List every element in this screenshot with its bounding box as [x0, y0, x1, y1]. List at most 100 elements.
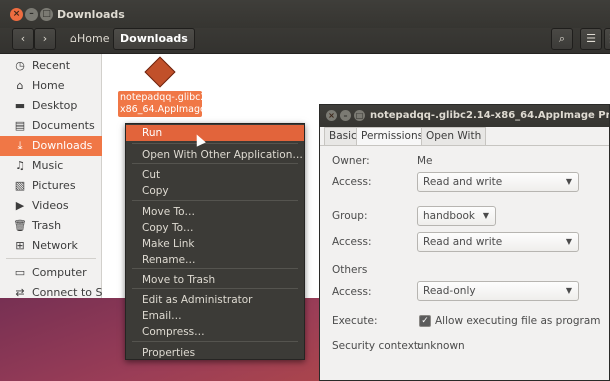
- menu-item-open-with-other-application[interactable]: Open With Other Application…: [126, 147, 304, 163]
- sidebar-item-label: Network: [32, 239, 78, 252]
- breadcrumb-home-label: Home: [76, 32, 110, 45]
- menu-item-run[interactable]: Run: [126, 125, 304, 141]
- connect-server-icon: ⇄: [15, 286, 25, 298]
- tab-open-with[interactable]: Open With: [421, 127, 487, 145]
- owner-value: Me: [417, 155, 433, 167]
- execute-checkbox[interactable]: ✓: [419, 315, 431, 327]
- minimize-icon[interactable]: –: [25, 8, 38, 21]
- group-combo[interactable]: handbook ▼: [417, 206, 496, 226]
- maximize-icon[interactable]: □: [40, 8, 53, 21]
- menu-separator: [132, 341, 298, 342]
- documents-icon: ▤: [14, 119, 26, 132]
- sidebar-item-downloads[interactable]: ⤓ Downloads: [0, 136, 102, 156]
- recent-icon: ◷: [15, 59, 25, 72]
- pictures-icon: ▧: [14, 179, 26, 192]
- appimage-file-icon[interactable]: [144, 56, 176, 88]
- sidebar-item-trash[interactable]: 🗑 Trash: [0, 216, 102, 236]
- sidebar-item-label: Desktop: [32, 99, 78, 112]
- chevron-left-icon: ‹: [20, 32, 26, 45]
- sidebar-item-documents[interactable]: ▤ Documents: [0, 116, 102, 136]
- sidebar-item-computer[interactable]: ▭ Computer: [0, 263, 102, 283]
- group-access-combo[interactable]: Read and write ▼: [417, 232, 579, 252]
- chevron-right-icon: ›: [42, 32, 48, 45]
- sidebar-item-pictures[interactable]: ▧ Pictures: [0, 176, 102, 196]
- menu-item-copy[interactable]: Copy: [126, 183, 304, 199]
- tab-permissions[interactable]: Permissions: [356, 127, 429, 145]
- sidebar-item-home[interactable]: ⌂ Home: [0, 76, 102, 96]
- sidebar-item-label: Home: [32, 79, 65, 92]
- home-icon: ⌂: [16, 79, 24, 92]
- dialog-title: notepadqq-.glibc2.14-x86_64.AppImage Pro…: [370, 110, 610, 121]
- context-menu: Run Open With Other Application… Cut Copy Mo…: [125, 123, 305, 360]
- properties-dialog: × – □ notepadqq-.glibc2.14-x86_64.AppIma…: [319, 104, 610, 381]
- security-context-value: unknown: [417, 340, 465, 352]
- back-button[interactable]: ‹: [12, 28, 34, 50]
- menu-item-compress[interactable]: Compress…: [126, 324, 304, 340]
- trash-icon: 🗑: [13, 219, 27, 232]
- search-icon: ⌕: [558, 32, 566, 45]
- computer-icon: ▭: [14, 266, 26, 279]
- desktop-icon: ▬: [14, 99, 26, 112]
- sidebar-item-recent[interactable]: ◷ Recent: [0, 56, 102, 76]
- files-toolbar: ‹ › ⌂Home Downloads ⌕ ☰ ⋮⋮: [0, 28, 610, 54]
- security-context-label: Security context:: [332, 340, 422, 352]
- menu-item-make-link[interactable]: Make Link: [126, 236, 304, 252]
- owner-access-value: Read and write: [423, 176, 503, 188]
- menu-item-edit-as-administrator[interactable]: Edit as Administrator: [126, 292, 304, 308]
- others-access-value: Read-only: [423, 285, 476, 297]
- sidebar-item-label: Recent: [32, 59, 71, 72]
- sidebar-item-label: Documents: [32, 119, 95, 132]
- sidebar-separator: [6, 258, 96, 259]
- sidebar-item-label: Connect to S…: [32, 286, 102, 298]
- menu-item-rename[interactable]: Rename…: [126, 252, 304, 268]
- menu-item-properties[interactable]: Properties: [126, 345, 304, 361]
- search-button[interactable]: ⌕: [551, 28, 573, 50]
- others-access-label: Access:: [332, 286, 372, 298]
- sidebar-item-connect-to-s[interactable]: ⇄ Connect to S…: [0, 283, 102, 298]
- group-value: handbook: [423, 210, 476, 222]
- home-icon: ⌂: [70, 32, 77, 45]
- minimize-icon[interactable]: –: [340, 110, 351, 121]
- owner-access-label: Access:: [332, 176, 372, 188]
- menu-separator: [132, 143, 298, 144]
- list-icon: ☰: [586, 32, 596, 45]
- others-access-combo[interactable]: Read-only ▼: [417, 281, 579, 301]
- view-grid-button[interactable]: ⋮⋮: [604, 28, 610, 50]
- sidebar-item-music[interactable]: ♫ Music: [0, 156, 102, 176]
- menu-item-copy-to[interactable]: Copy To…: [126, 220, 304, 236]
- menu-separator: [132, 163, 298, 164]
- close-icon[interactable]: ×: [10, 8, 23, 21]
- grid-icon: ⋮⋮: [605, 32, 610, 45]
- places-sidebar: ◷ Recent ⌂ Home ▬ Desktop ▤ Documents ⤓ Downloads…: [0, 54, 102, 298]
- breadcrumb-downloads[interactable]: Downloads: [113, 28, 195, 50]
- file-name-label[interactable]: notepadqq-.glibc2.14-x86_64.AppImage: [118, 91, 225, 117]
- menu-item-email[interactable]: Email…: [126, 308, 304, 324]
- menu-separator: [132, 268, 298, 269]
- group-label: Group:: [332, 210, 368, 222]
- view-list-button[interactable]: ☰: [580, 28, 602, 50]
- close-icon[interactable]: ×: [326, 110, 337, 121]
- videos-icon: ▶: [15, 199, 25, 212]
- sidebar-item-desktop[interactable]: ▬ Desktop: [0, 96, 102, 116]
- owner-label: Owner:: [332, 155, 370, 167]
- chevron-down-icon: ▼: [565, 286, 572, 295]
- sidebar-item-network[interactable]: ⊞ Network: [0, 236, 102, 256]
- execute-label: Execute:: [332, 315, 378, 327]
- maximize-icon[interactable]: □: [354, 110, 365, 121]
- menu-item-cut[interactable]: Cut: [126, 167, 304, 183]
- sidebar-item-label: Music: [32, 159, 64, 172]
- sidebar-item-label: Trash: [32, 219, 62, 232]
- menu-item-move-to-trash[interactable]: Move to Trash: [126, 272, 304, 288]
- group-access-label: Access:: [332, 236, 372, 248]
- sidebar-item-label: Downloads: [32, 139, 93, 152]
- breadcrumb-home[interactable]: ⌂Home: [62, 28, 117, 50]
- execute-checkbox-label[interactable]: Allow executing file as program: [435, 315, 601, 327]
- owner-access-combo[interactable]: Read and write ▼: [417, 172, 579, 192]
- menu-separator: [132, 288, 298, 289]
- sidebar-item-videos[interactable]: ▶ Videos: [0, 196, 102, 216]
- menu-item-move-to[interactable]: Move To…: [126, 204, 304, 220]
- sidebar-item-label: Computer: [32, 266, 87, 279]
- others-label: Others: [332, 264, 368, 276]
- network-icon: ⊞: [15, 239, 25, 252]
- forward-button[interactable]: ›: [34, 28, 56, 50]
